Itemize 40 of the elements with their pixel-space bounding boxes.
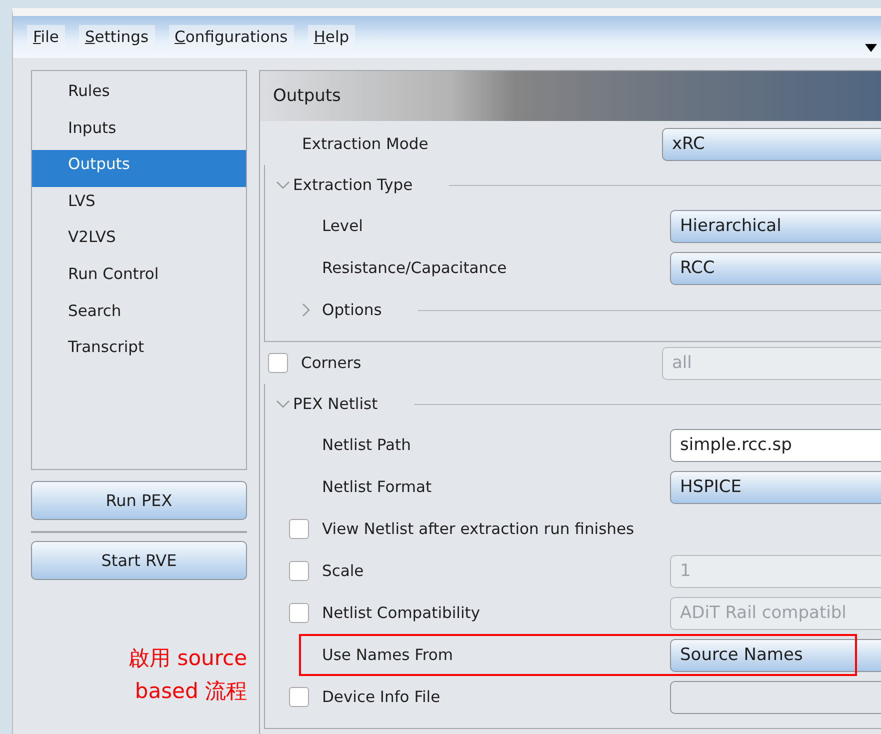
dropdown[interactable]: RCC <box>670 252 881 284</box>
field-label: Level <box>322 217 363 235</box>
sidebar-item[interactable]: Rules <box>32 77 246 114</box>
menu-item[interactable]: Configurations <box>168 25 294 49</box>
field-label: View Netlist after extraction run finishes <box>322 520 634 538</box>
menu-item[interactable]: Help <box>308 25 356 49</box>
dropdown[interactable]: Hierarchical <box>670 210 881 242</box>
field-label: Extraction Mode <box>302 135 428 153</box>
field-label: Corners <box>301 354 362 372</box>
input-field[interactable] <box>670 680 881 714</box>
sidebar-item[interactable]: V2LVS <box>32 223 246 260</box>
field-label: Use Names From <box>322 646 454 664</box>
checkbox[interactable] <box>289 687 309 707</box>
annotation-text: 啟用 source based 流程 <box>128 645 247 705</box>
start-button[interactable]: Start RVE <box>31 541 247 580</box>
sidebar-item[interactable]: Run Control <box>32 260 246 297</box>
field-label: Scale <box>322 562 364 580</box>
menu-item[interactable]: File <box>27 25 65 49</box>
field-label: Device Info File <box>322 688 440 706</box>
run-button[interactable]: Run PEX <box>31 481 247 520</box>
field-label: Netlist Compatibility <box>322 604 480 622</box>
dropdown[interactable]: HSPICE <box>670 470 881 504</box>
field-label: Netlist Format <box>322 478 432 496</box>
group-title: PEX Netlist <box>293 395 378 413</box>
field-label: Netlist Path <box>322 436 411 454</box>
field-label: Resistance/Capacitance <box>322 259 507 277</box>
checkbox[interactable] <box>289 519 309 539</box>
sidebar-item[interactable]: LVS <box>32 186 246 224</box>
group-title: Extraction Type <box>293 176 413 194</box>
sidebar-item[interactable]: Outputs <box>32 150 246 187</box>
menu-item[interactable]: Settings <box>78 25 155 49</box>
sidebar-item[interactable]: Inputs <box>32 114 246 150</box>
panel-title: Outputs <box>273 86 341 106</box>
sidebar-item[interactable]: Search <box>32 296 246 334</box>
dropdown-icon[interactable] <box>865 44 877 52</box>
sidebar-item[interactable]: Transcript <box>32 333 246 370</box>
group-title: Options <box>322 301 382 319</box>
dropdown[interactable]: xRC <box>662 128 881 160</box>
input-field[interactable]: simple.rcc.sp <box>670 428 881 462</box>
dropdown[interactable]: Source Names <box>670 638 881 672</box>
